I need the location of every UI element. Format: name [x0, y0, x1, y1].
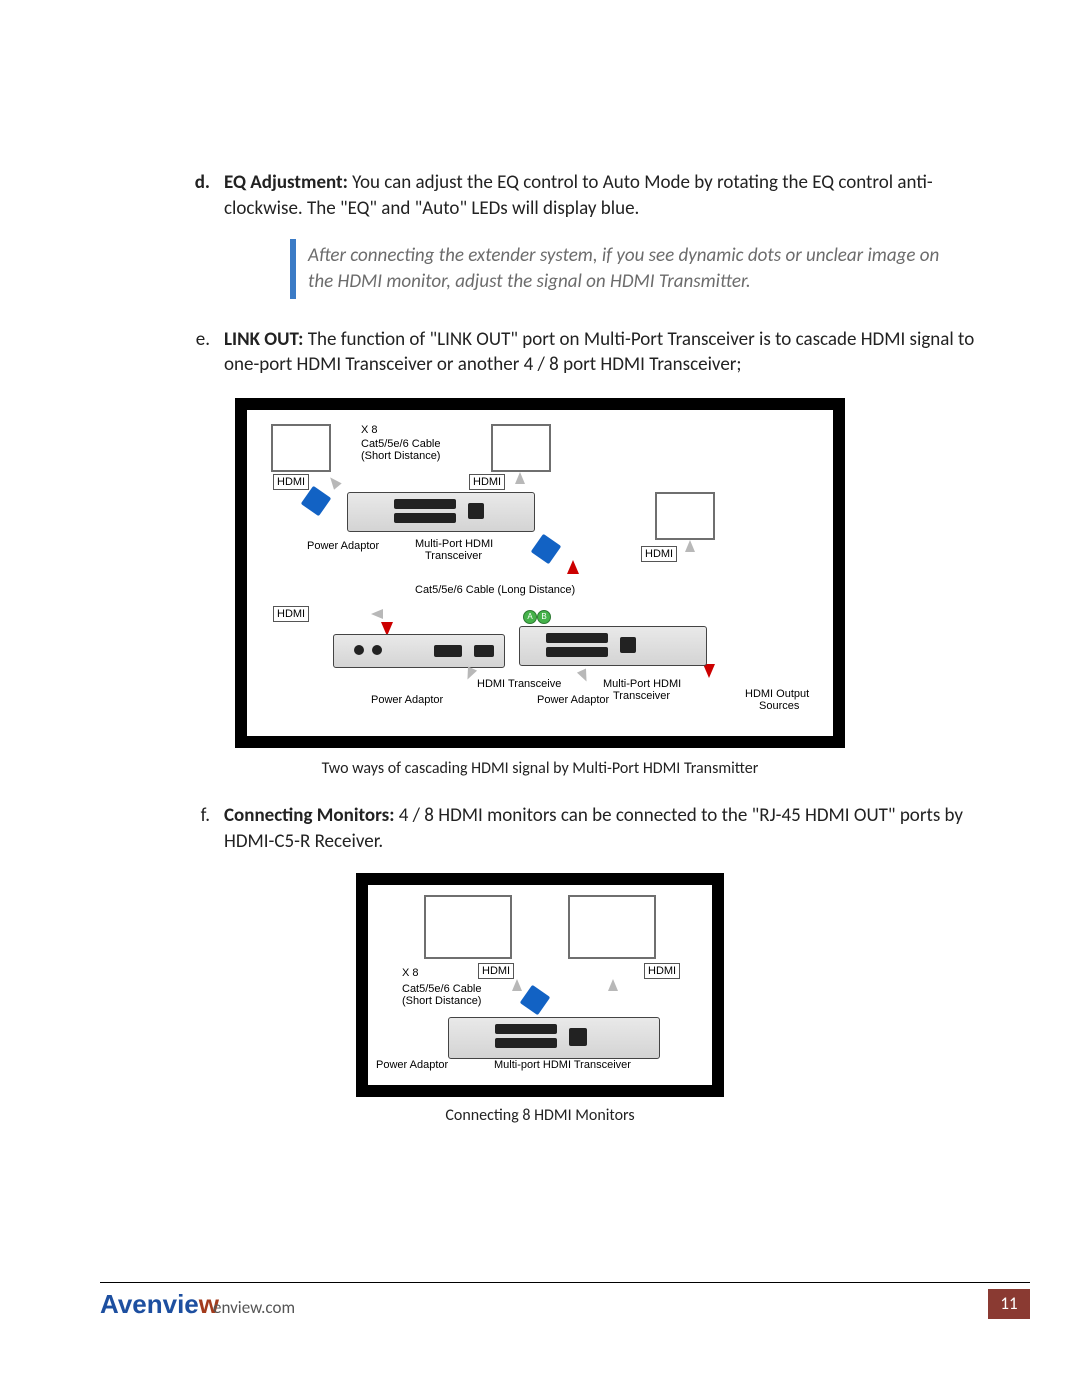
- cable-short-label: Cat5/5e/6 Cable: [361, 438, 441, 450]
- multiport-label: Multi-port HDMI Transceiver: [494, 1059, 631, 1071]
- multiport-label1b: Multi-Port HDMI: [603, 678, 681, 690]
- hdmi-out-label2: Sources: [759, 700, 799, 712]
- arrow-icon: [512, 979, 522, 991]
- page-footer: Avenviewenview.com 11: [100, 1282, 1030, 1322]
- arrow-icon: [608, 979, 618, 991]
- note-block: After connecting the extender system, if…: [290, 239, 968, 298]
- device-icon: [519, 626, 707, 666]
- figure2-caption: Connecting 8 HDMI Monitors: [100, 1105, 980, 1127]
- list-marker-d: d.: [100, 170, 224, 221]
- power-adaptor-label: Power Adaptor: [376, 1059, 448, 1071]
- hdmi-label: HDMI: [469, 474, 505, 490]
- arrow-icon: [515, 472, 525, 484]
- domain-tail: enview.com: [213, 1297, 295, 1318]
- list-title-d: EQ Adjustment:: [224, 171, 348, 194]
- connector-icon: [520, 984, 551, 1015]
- list-item-f: f. Connecting Monitors: 4 / 8 HDMI monit…: [100, 803, 980, 854]
- hdmi-label: HDMI: [644, 963, 680, 979]
- list-item-e: e. LINK OUT: The function of "LINK OUT" …: [100, 327, 980, 378]
- brand-rest: envie: [132, 1289, 199, 1319]
- cable-short-label2: (Short Distance): [402, 995, 481, 1007]
- list-text-e: The function of "LINK OUT" port on Multi…: [224, 328, 974, 377]
- monitor-icon: [491, 424, 551, 472]
- device-icon: [347, 492, 535, 532]
- hdmi-label: HDMI: [273, 606, 309, 622]
- multiport-label1: Multi-Port HDMI: [415, 538, 493, 550]
- monitor-icon: [424, 895, 512, 959]
- connector-icon: [301, 486, 332, 517]
- device-icon: [448, 1017, 660, 1059]
- arrow-red-icon: [703, 664, 715, 678]
- figure1-caption: Two ways of cascading HDMI signal by Mul…: [100, 758, 980, 780]
- connector-icon: [531, 534, 562, 565]
- arrow-icon: [685, 540, 695, 552]
- cable-short-label: Cat5/5e/6 Cable: [402, 983, 482, 995]
- figure-monitors-diagram: HDMI HDMI X 8 Cat5/5e/6 Cable (Short Dis…: [356, 873, 724, 1097]
- monitor-icon: [568, 895, 656, 959]
- page-number: 11: [988, 1289, 1030, 1319]
- cable-short-label2: (Short Distance): [361, 450, 440, 462]
- hdmi-label: HDMI: [273, 474, 309, 490]
- arrow-icon: [463, 666, 477, 681]
- power-adaptor-label: Power Adaptor: [537, 694, 609, 706]
- marker-b: B: [537, 610, 551, 624]
- monitor-icon: [655, 492, 715, 540]
- arrow-icon: [326, 474, 341, 490]
- list-marker-f: f.: [100, 803, 224, 854]
- device-icon: [333, 634, 505, 668]
- hdmi-out-label1: HDMI Output: [745, 688, 809, 700]
- cable-long-label: Cat5/5e/6 Cable (Long Distance): [415, 584, 575, 596]
- list-title-f: Connecting Monitors:: [224, 804, 394, 827]
- power-adaptor-label: Power Adaptor: [371, 694, 443, 706]
- figure-cascade-diagram: X 8 Cat5/5e/6 Cable (Short Distance) HDM…: [235, 398, 845, 748]
- power-adaptor-label: Power Adaptor: [307, 540, 379, 552]
- x8-label: X 8: [361, 424, 378, 436]
- list-title-e: LINK OUT:: [224, 328, 303, 351]
- list-body-f: Connecting Monitors: 4 / 8 HDMI monitors…: [224, 803, 980, 854]
- x8-label: X 8: [402, 967, 419, 979]
- list-body-d: EQ Adjustment: You can adjust the EQ con…: [224, 170, 980, 221]
- hdmi-label: HDMI: [641, 546, 677, 562]
- marker-a: A: [523, 610, 537, 624]
- arrow-icon: [577, 668, 591, 683]
- arrow-icon: [371, 609, 383, 619]
- brand-letter-v: v: [118, 1289, 132, 1319]
- list-body-e: LINK OUT: The function of "LINK OUT" por…: [224, 327, 980, 378]
- hdmi-label: HDMI: [478, 963, 514, 979]
- multiport-label2: Transceiver: [425, 550, 482, 562]
- monitor-icon: [271, 424, 331, 472]
- brand-letter-a: A: [100, 1289, 118, 1319]
- multiport-label2b: Transceiver: [613, 690, 670, 702]
- list-item-d: d. EQ Adjustment: You can adjust the EQ …: [100, 170, 980, 221]
- arrow-red-icon: [567, 560, 579, 574]
- list-marker-e: e.: [100, 327, 224, 378]
- brand-block: Avenviewenview.com: [100, 1287, 295, 1322]
- hdmi-transceive-label: HDMI Transceive: [477, 678, 561, 690]
